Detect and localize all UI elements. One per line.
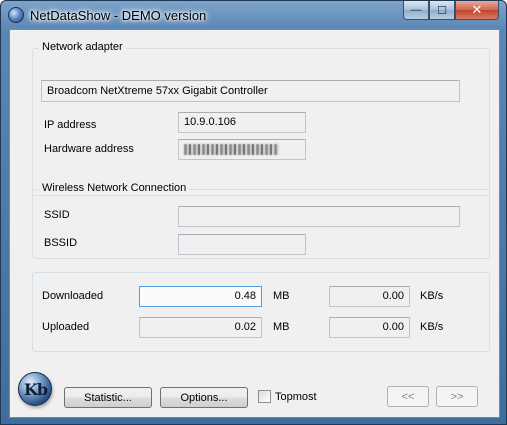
- logo-text: Kb: [24, 380, 48, 399]
- bssid-label: BSSID: [44, 237, 78, 249]
- title-bar[interactable]: NetDataShow - DEMO version — ☐ ✕: [1, 1, 506, 29]
- bssid-field: [178, 234, 306, 255]
- upload-rate-unit: KB/s: [420, 321, 444, 333]
- options-button[interactable]: Options...: [160, 387, 248, 408]
- hardware-address-label: Hardware address: [44, 143, 134, 155]
- ssid-field: [178, 206, 460, 227]
- ssid-label: SSID: [44, 209, 70, 221]
- uploaded-unit: MB: [273, 321, 290, 333]
- maximize-button[interactable]: ☐: [429, 1, 455, 20]
- minimize-button[interactable]: —: [403, 1, 429, 20]
- window-title: NetDataShow - DEMO version: [30, 8, 207, 23]
- ip-address-field: 10.9.0.106: [178, 112, 306, 133]
- topmost-checkbox-wrap[interactable]: Topmost: [258, 390, 317, 403]
- downloaded-unit: MB: [273, 290, 290, 302]
- close-button[interactable]: ✕: [455, 1, 499, 20]
- app-window: NetDataShow - DEMO version — ☐ ✕ Network…: [0, 0, 507, 425]
- hardware-address-field: [178, 139, 306, 160]
- uploaded-value-field: 0.02: [139, 317, 262, 338]
- download-rate-unit: KB/s: [420, 290, 444, 302]
- topmost-checkbox[interactable]: [258, 390, 271, 403]
- app-globe-icon[interactable]: [8, 7, 24, 23]
- statistic-button[interactable]: Statistic...: [64, 387, 152, 408]
- uploaded-label: Uploaded: [42, 321, 90, 333]
- window-controls: — ☐ ✕: [403, 1, 499, 21]
- traffic-stats-group: [32, 272, 490, 352]
- previous-button[interactable]: <<: [387, 386, 429, 407]
- downloaded-label: Downloaded: [42, 290, 104, 302]
- network-adapter-group-title: Network adapter: [39, 41, 126, 53]
- download-rate-field: 0.00: [329, 286, 410, 307]
- wireless-group-title: Wireless Network Connection: [39, 182, 190, 194]
- next-button[interactable]: >>: [436, 386, 478, 407]
- app-logo-icon: Kb: [18, 372, 52, 406]
- adapter-name-field: Broadcom NetXtreme 57xx Gigabit Controll…: [41, 80, 460, 102]
- downloaded-value-field: 0.48: [139, 286, 262, 307]
- ip-address-label: IP address: [44, 119, 97, 131]
- topmost-label[interactable]: Topmost: [275, 391, 317, 403]
- blurred-mac-address: [184, 144, 279, 155]
- client-area: Network adapter Broadcom NetXtreme 57xx …: [9, 29, 500, 418]
- upload-rate-field: 0.00: [329, 317, 410, 338]
